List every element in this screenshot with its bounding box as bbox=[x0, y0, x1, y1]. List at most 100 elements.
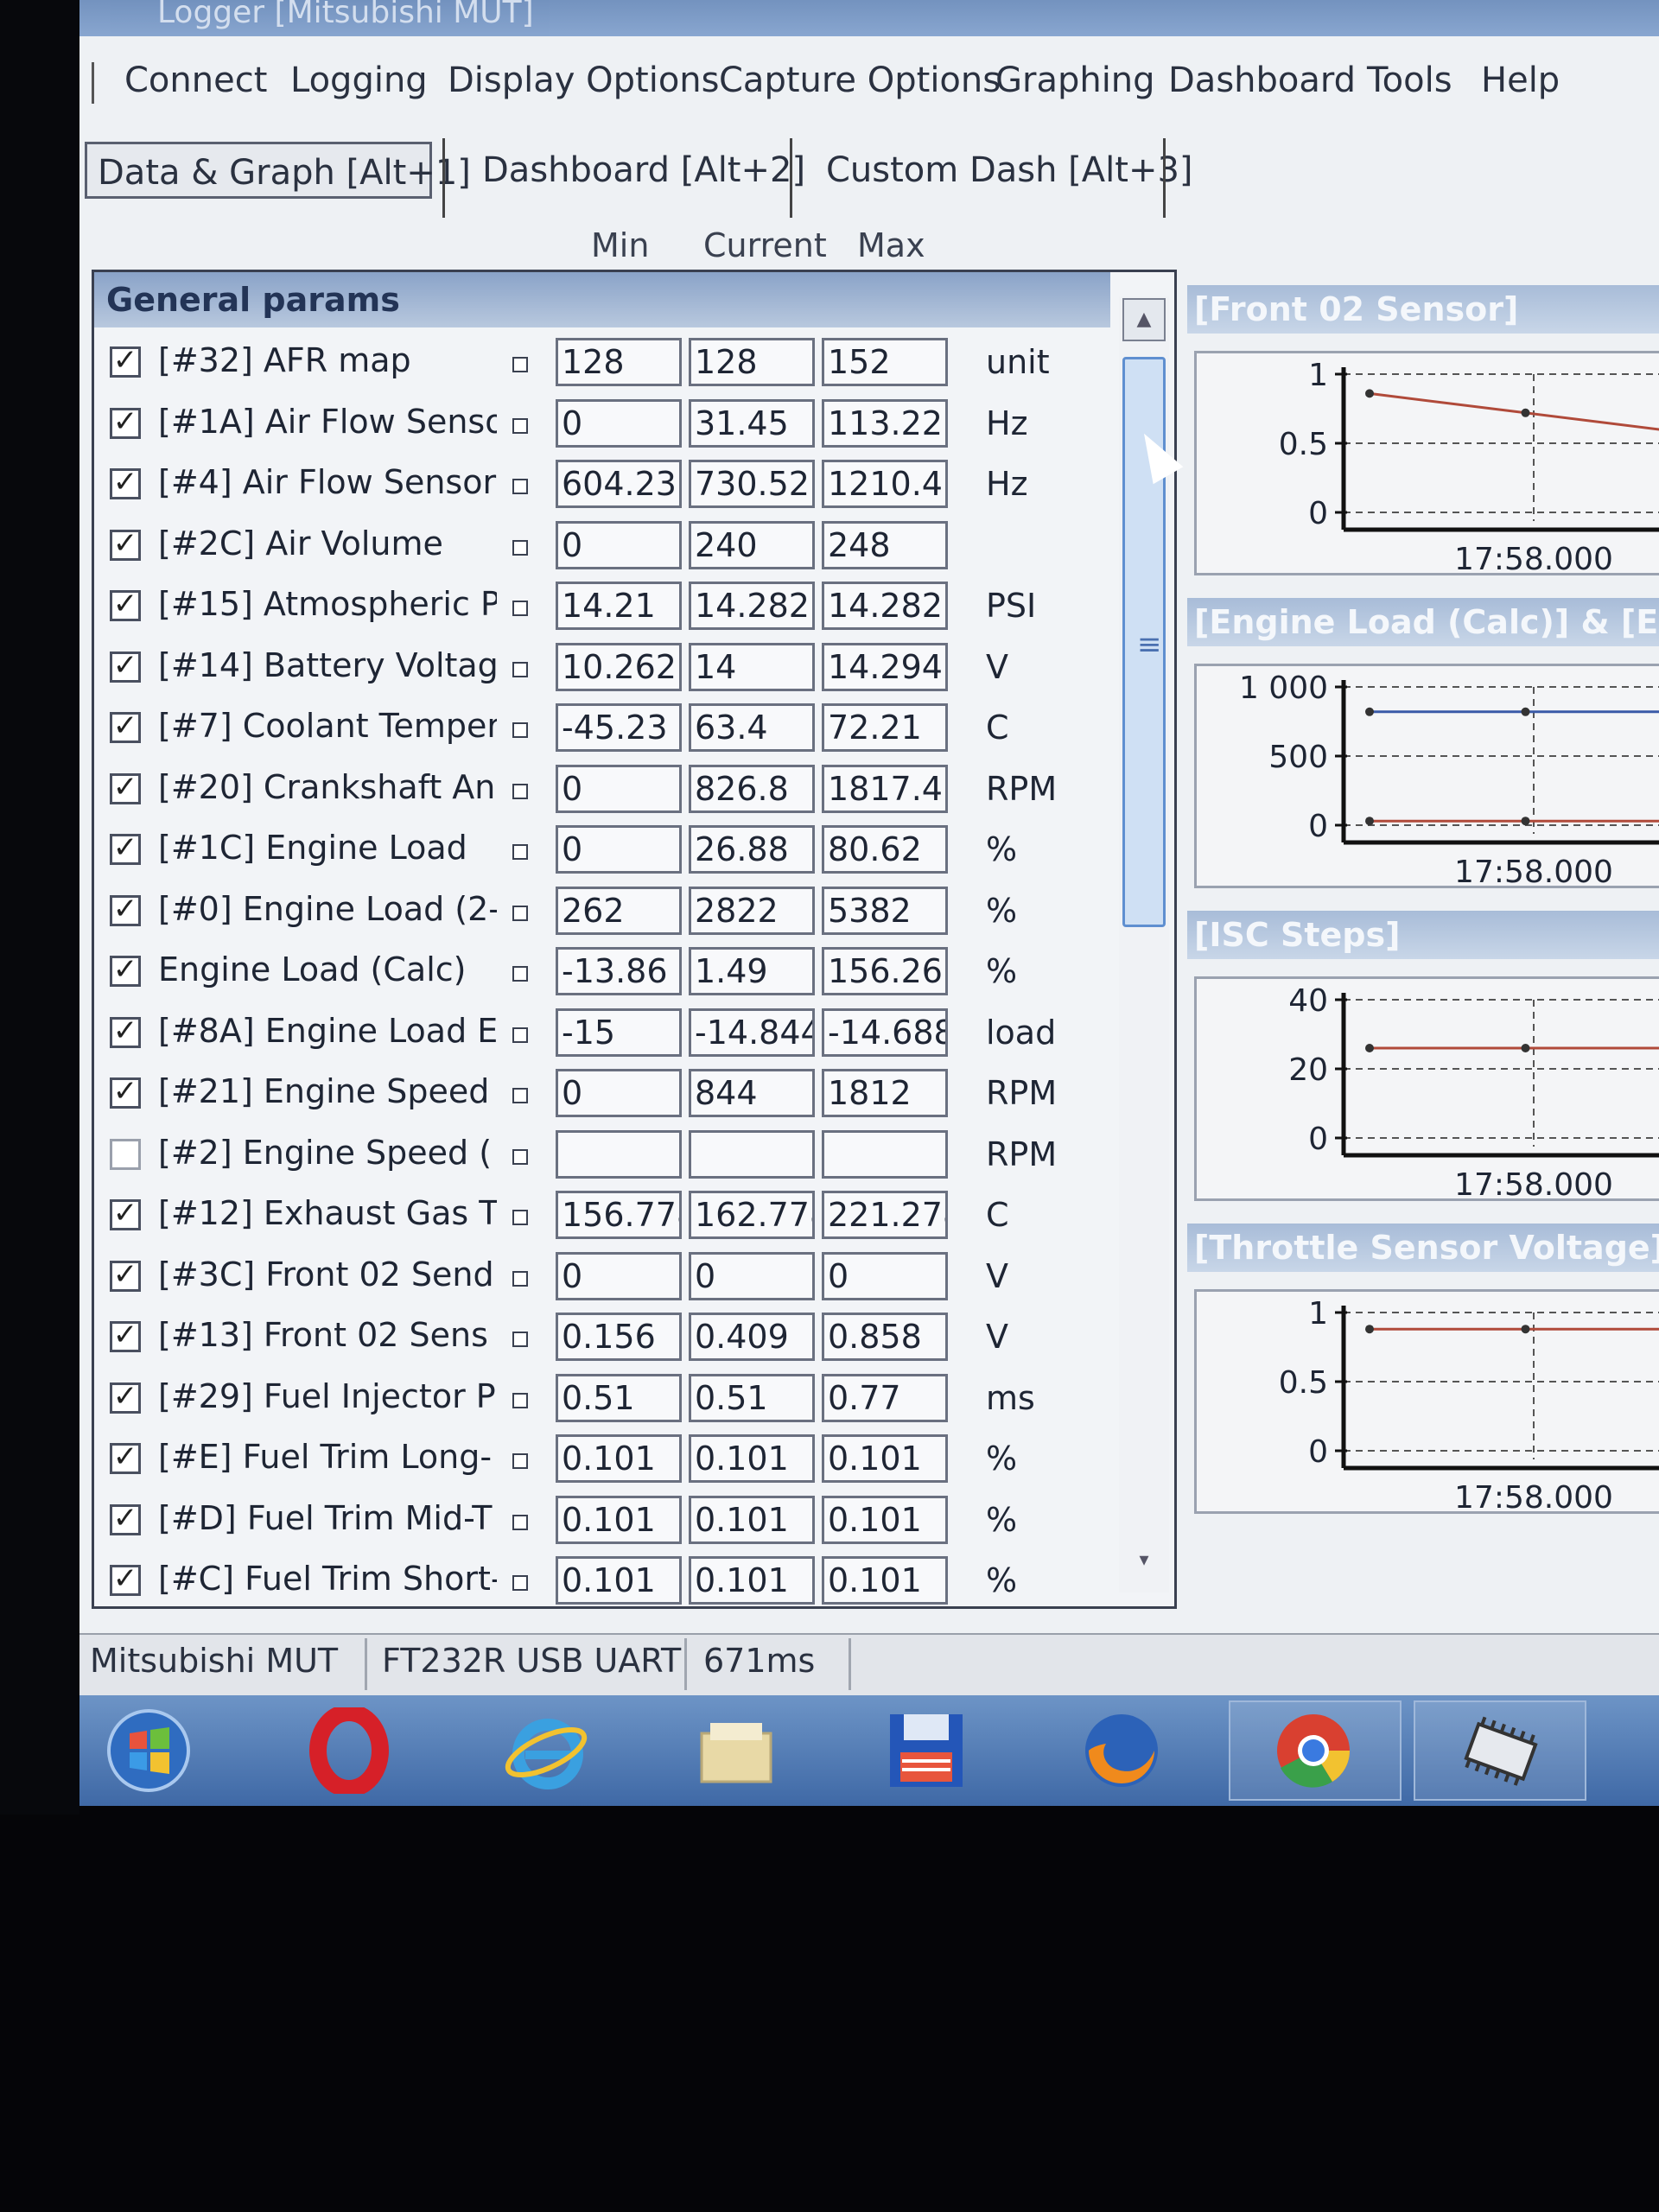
param-checkbox[interactable]: ✓ bbox=[110, 589, 141, 621]
param-graph-toggle[interactable] bbox=[512, 1453, 528, 1469]
param-min-value: 14.21 bbox=[556, 582, 682, 630]
param-checkbox[interactable]: ✓ bbox=[110, 407, 141, 439]
param-min-value: 156.778 bbox=[556, 1191, 682, 1239]
chrome-taskbar-button[interactable] bbox=[1229, 1700, 1402, 1801]
menu-graphing[interactable]: Graphing bbox=[995, 60, 1155, 100]
param-graph-toggle[interactable] bbox=[512, 783, 528, 799]
internet-explorer-icon[interactable] bbox=[503, 1707, 589, 1794]
status-device: FT232R USB UART bbox=[382, 1642, 682, 1680]
firefox-icon[interactable] bbox=[1078, 1707, 1165, 1794]
param-graph-toggle[interactable] bbox=[512, 357, 528, 372]
param-graph-toggle[interactable] bbox=[512, 1575, 528, 1591]
y-tick-label: 0 bbox=[1308, 496, 1328, 531]
menu-connect[interactable]: Connect bbox=[124, 60, 267, 100]
param-graph-toggle[interactable] bbox=[512, 1270, 528, 1287]
param-name: [#1C] Engine Load bbox=[158, 829, 467, 867]
param-checkbox[interactable]: ✓ bbox=[110, 651, 141, 683]
param-unit: V bbox=[986, 1256, 1008, 1295]
menu-help[interactable]: Help bbox=[1481, 60, 1560, 100]
param-graph-toggle[interactable] bbox=[512, 905, 528, 921]
param-graph-toggle[interactable] bbox=[512, 601, 528, 616]
panel-title: General params bbox=[94, 272, 1110, 327]
param-unit: C bbox=[986, 709, 1009, 747]
param-graph-toggle[interactable] bbox=[512, 966, 528, 982]
start-orb-icon[interactable] bbox=[105, 1707, 192, 1794]
param-name: [#15] Atmospheric Pr bbox=[158, 585, 497, 623]
param-graph-toggle[interactable] bbox=[512, 661, 528, 677]
param-min-value: 262 bbox=[556, 886, 682, 935]
menu-dashboard[interactable]: Dashboard bbox=[1168, 60, 1356, 100]
save-icon[interactable] bbox=[883, 1707, 969, 1794]
param-checkbox[interactable]: ✓ bbox=[110, 1077, 141, 1109]
file-manager-icon[interactable] bbox=[693, 1707, 779, 1794]
param-min-value: 0.156 bbox=[556, 1313, 682, 1361]
param-checkbox[interactable]: ✓ bbox=[110, 346, 141, 378]
param-max-value: 0.77 bbox=[822, 1373, 948, 1422]
param-unit: V bbox=[986, 1318, 1008, 1356]
param-checkbox[interactable]: ✓ bbox=[110, 1198, 141, 1230]
graph-title: [ISC Steps] bbox=[1187, 911, 1659, 959]
param-checkbox[interactable]: ✓ bbox=[110, 894, 141, 926]
param-graph-toggle[interactable] bbox=[512, 1210, 528, 1225]
param-checkbox[interactable]: ✓ bbox=[110, 1442, 141, 1474]
param-max-value: 113.22 bbox=[822, 398, 948, 448]
param-checkbox[interactable]: ✓ bbox=[110, 1503, 141, 1535]
param-name: [#4] Air Flow Sensor bbox=[158, 463, 497, 501]
param-max-value: 1817.4 bbox=[822, 764, 948, 813]
param-checkbox[interactable]: ✓ bbox=[110, 1260, 141, 1292]
param-checkbox[interactable]: ✓ bbox=[110, 467, 141, 499]
status-divider bbox=[365, 1638, 367, 1690]
param-graph-toggle[interactable] bbox=[512, 1332, 528, 1347]
param-row: ✓ [#12] Exhaust Gas T 156.778162.778221.27… bbox=[94, 1187, 1114, 1248]
opera-icon[interactable] bbox=[306, 1707, 392, 1794]
param-min-value: 0 bbox=[556, 520, 682, 569]
param-checkbox[interactable]: ✓ bbox=[110, 529, 141, 561]
scroll-down-button[interactable]: ▾ bbox=[1122, 1541, 1166, 1584]
menu-capture-options[interactable]: Capture Options bbox=[719, 60, 1001, 100]
param-unit: % bbox=[986, 1440, 1018, 1478]
param-min-value: 0 bbox=[556, 398, 682, 448]
param-checkbox[interactable] bbox=[110, 1138, 141, 1170]
param-graph-toggle[interactable] bbox=[512, 479, 528, 494]
data-point bbox=[1365, 1325, 1374, 1334]
data-point bbox=[1365, 817, 1374, 826]
ecu-taskbar-button[interactable] bbox=[1414, 1700, 1586, 1801]
param-checkbox[interactable]: ✓ bbox=[110, 833, 141, 865]
menu-display-options[interactable]: Display Options bbox=[448, 60, 720, 100]
param-row: ✓ [#3C] Front 02 Send 0 0 0 V bbox=[94, 1249, 1114, 1309]
menu-logging[interactable]: Logging bbox=[290, 60, 428, 100]
scroll-up-button[interactable]: ▲ bbox=[1122, 298, 1166, 341]
param-row: ✓ [#32] AFR map 128 128 152 unit bbox=[94, 334, 1114, 395]
param-graph-toggle[interactable] bbox=[512, 539, 528, 556]
param-min-value: 0.101 bbox=[556, 1434, 682, 1483]
param-checkbox[interactable]: ✓ bbox=[110, 1016, 141, 1048]
tab-custom-dash[interactable]: Custom Dash [Alt+3] bbox=[816, 142, 1204, 199]
param-graph-toggle[interactable] bbox=[512, 1514, 528, 1530]
data-point bbox=[1521, 1044, 1530, 1052]
param-graph-toggle[interactable] bbox=[512, 1148, 528, 1165]
param-checkbox[interactable]: ✓ bbox=[110, 1320, 141, 1352]
param-graph-toggle[interactable] bbox=[512, 1088, 528, 1103]
param-graph-toggle[interactable] bbox=[512, 1027, 528, 1043]
tab-divider bbox=[442, 138, 445, 218]
param-name: [#13] Front 02 Sens bbox=[158, 1316, 488, 1354]
param-checkbox[interactable]: ✓ bbox=[110, 711, 141, 743]
tab-data-graph[interactable]: Data & Graph [Alt+1] bbox=[85, 142, 471, 199]
param-graph-toggle[interactable] bbox=[512, 844, 528, 860]
param-min-value: 0 bbox=[556, 825, 682, 874]
chrome-icon bbox=[1277, 1714, 1351, 1788]
param-graph-toggle[interactable] bbox=[512, 1392, 528, 1408]
tab-dashboard[interactable]: Dashboard [Alt+2] bbox=[472, 142, 816, 199]
param-min-value: 604.23 bbox=[556, 460, 682, 508]
series-line bbox=[1369, 391, 1659, 431]
param-checkbox[interactable]: ✓ bbox=[110, 1382, 141, 1414]
param-checkbox[interactable]: ✓ bbox=[110, 772, 141, 804]
params-scrollbar[interactable]: ▲ ≡ ▾ bbox=[1119, 296, 1169, 1592]
param-checkbox[interactable]: ✓ bbox=[110, 955, 141, 987]
param-checkbox[interactable]: ✓ bbox=[110, 1564, 141, 1596]
param-graph-toggle[interactable] bbox=[512, 722, 528, 738]
menu-tools[interactable]: Tools bbox=[1367, 60, 1452, 100]
param-graph-toggle[interactable] bbox=[512, 417, 528, 434]
logger-window: Logger [Mitsubishi MUT] Connect Logging … bbox=[79, 0, 1659, 1806]
param-row: ✓ [#C] Fuel Trim Short- 0.101 0.101 0.101% bbox=[94, 1553, 1114, 1606]
